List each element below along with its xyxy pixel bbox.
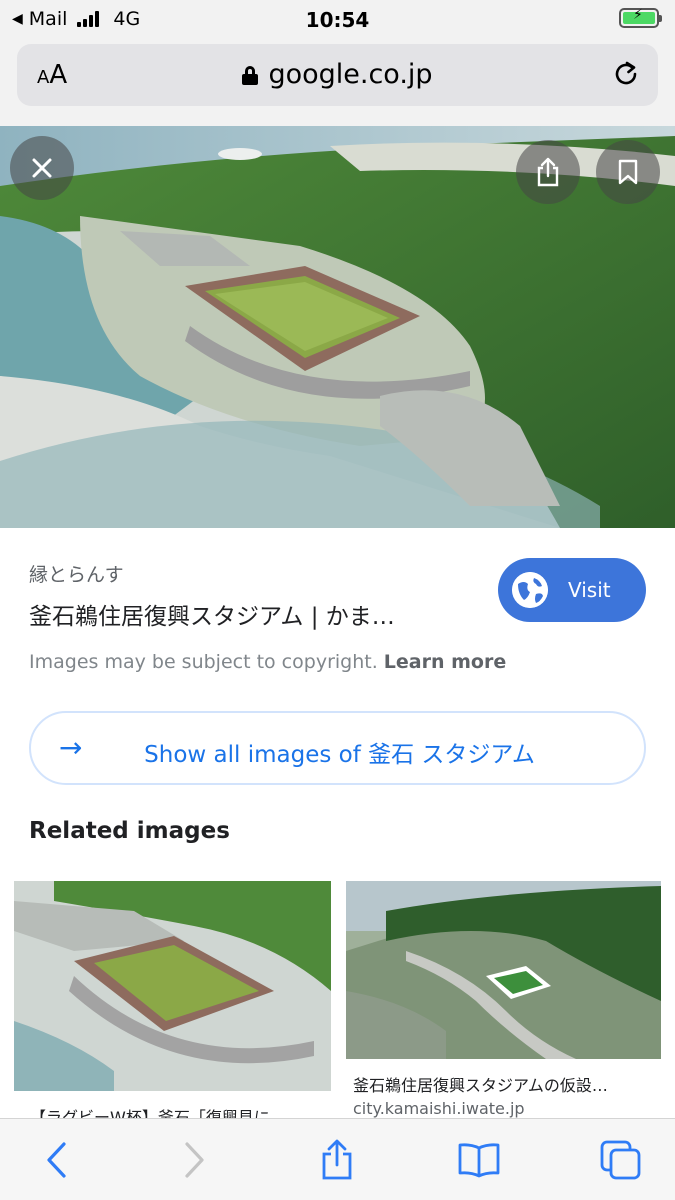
copyright-text: Images may be subject to copyright. [29,651,378,673]
tabs-icon [600,1140,641,1180]
address-bar[interactable]: AA google.co.jp [17,44,658,106]
clock: 10:54 [305,8,370,32]
copyright-notice: Images may be subject to copyright. Lear… [29,651,506,673]
close-icon [32,158,52,178]
status-bar: ◀ Mail 4G 10:54 ⚡ [0,0,675,40]
result-page-title[interactable]: 釜石鵜住居復興スタジアム | かま… [29,597,449,631]
chevron-left-icon [47,1142,66,1178]
tabs-button[interactable] [596,1137,646,1183]
related-image-1[interactable] [14,881,331,1091]
forward-button[interactable] [170,1137,220,1183]
bookmark-image-button[interactable] [596,140,660,204]
url-display[interactable]: google.co.jp [17,59,658,90]
related-domain-2: city.kamaishi.iwate.jp [353,1099,525,1118]
share-button[interactable] [312,1137,362,1183]
browser-toolbar [0,1118,675,1200]
related-images-heading: Related images [29,818,230,844]
reload-icon[interactable] [610,58,642,90]
show-all-label: Show all images of 釜石 スタジアム [144,742,535,768]
visit-button[interactable]: Visit [498,558,646,622]
bookmark-icon [618,159,638,185]
chevron-right-icon [185,1142,204,1178]
lock-icon [242,66,259,85]
visit-label: Visit [568,578,611,602]
back-button[interactable] [31,1137,81,1183]
book-icon [458,1143,500,1178]
bookmarks-button[interactable] [454,1137,504,1183]
browser-top-bar: AA google.co.jp [0,40,675,126]
share-image-button[interactable] [516,140,580,204]
share-icon [322,1139,352,1180]
battery-charging-icon: ⚡ [619,7,662,28]
close-button[interactable] [10,136,74,200]
related-caption-2[interactable]: 釜石鵜住居復興スタジアムの仮設… [353,1072,653,1096]
learn-more-link[interactable]: Learn more [384,651,506,673]
preview-image[interactable] [0,126,675,528]
source-site-name: 縁とらんす [29,564,124,586]
stadium-thumbnail [14,881,331,1091]
globe-icon [512,572,548,608]
related-image-2[interactable] [346,881,661,1091]
aerial-photo-thumbnail [346,881,661,1059]
show-all-images-button[interactable]: → Show all images of 釜石 スタジアム [29,711,646,785]
url-text: google.co.jp [268,59,433,90]
share-icon [537,157,559,187]
